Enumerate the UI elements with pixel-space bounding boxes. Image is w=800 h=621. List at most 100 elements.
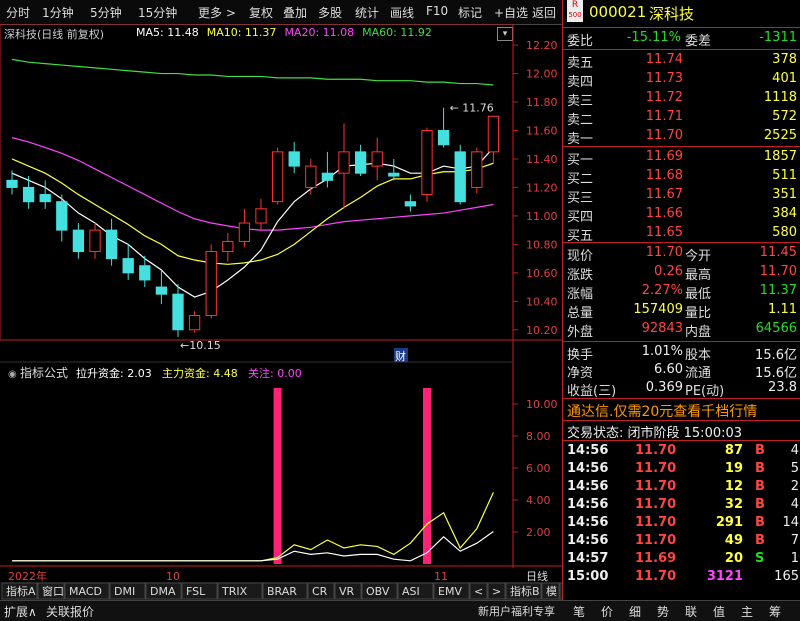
- tab-label: >: [492, 585, 501, 598]
- candle-body: [122, 258, 134, 274]
- r-badge: R 500: [567, 0, 583, 22]
- toolbar-button-0[interactable]: 复权: [249, 4, 273, 21]
- tick-count: 4: [790, 443, 799, 458]
- tick-count: 14: [782, 515, 799, 530]
- tick-time: 14:56: [567, 461, 609, 476]
- candle-body: [56, 201, 68, 231]
- stat-value: 11.37: [759, 283, 797, 298]
- toolbar-button-8[interactable]: 返回: [532, 4, 556, 21]
- panel-tab-6[interactable]: 主: [741, 603, 753, 620]
- period-tab-2[interactable]: 5分钟: [90, 4, 122, 21]
- ma10-line: [11, 158, 494, 265]
- tick-count: 5: [790, 461, 799, 476]
- indicator-title: 指标公式: [20, 365, 68, 380]
- ytick-label: 10.80: [526, 238, 558, 251]
- stat-label: 涨幅: [567, 287, 594, 302]
- tab-label: ASI: [402, 585, 420, 598]
- panel-tab-2[interactable]: 细: [629, 603, 641, 620]
- candle-body: [437, 130, 450, 146]
- ytick-label: 10.60: [526, 267, 558, 280]
- ask-price: 11.70: [645, 128, 683, 143]
- bid-vol: 580: [772, 225, 797, 240]
- tick-row: 14:56 11.70 87 B 4: [563, 442, 800, 461]
- candle-body: [404, 201, 417, 207]
- bid-price: 11.67: [645, 187, 683, 202]
- candle-body: [139, 265, 151, 281]
- tab-label: DMI: [114, 585, 135, 598]
- ind-ytick-label: 4.00: [526, 494, 551, 507]
- candle-body: [105, 229, 118, 260]
- quote-panel: R 500 000021 深科技 委比 -15.11% 委差 -1311 卖五 1…: [562, 0, 800, 620]
- bid-row: 买五 11.65 580: [563, 224, 800, 244]
- period-tab-0[interactable]: 分时: [6, 4, 30, 21]
- x-axis: 2022年 10 11 日线: [0, 568, 562, 583]
- panel-tab-0[interactable]: 笔: [573, 603, 585, 620]
- stock-code: 000021: [589, 3, 647, 21]
- ytick-label: 12.00: [526, 68, 558, 81]
- promo-link[interactable]: 通达信.仅需20元查看千档行情: [567, 401, 757, 421]
- bid-row: 买一 11.69 1857: [563, 148, 800, 168]
- toolbar-button-4[interactable]: 画线: [390, 4, 414, 21]
- tick-row: 14:56 11.70 32 B 4: [563, 496, 800, 515]
- ask-row: 卖一 11.70 2525: [563, 127, 800, 147]
- toolbar-button-7[interactable]: +自选: [494, 4, 528, 21]
- toolbar-button-6[interactable]: 标记: [458, 4, 482, 21]
- period-toolbar: 分时 1分钟 5分钟 15分钟 更多 > 复权 叠加 多股 统计 画线 F10 标记 +自选 返回: [0, 0, 562, 25]
- panel-tab-5[interactable]: 值: [713, 603, 725, 620]
- toolbar-button-5[interactable]: F10: [426, 4, 448, 18]
- related-quote-button[interactable]: 关联报价: [46, 603, 94, 620]
- period-tab-3[interactable]: 15分钟: [138, 4, 177, 21]
- candle-body: [172, 293, 184, 331]
- fund-row: 换手 1.01% 股本 15.6亿: [563, 343, 800, 363]
- period-label: 日线: [526, 569, 548, 583]
- panel-tab-1[interactable]: 价: [601, 603, 613, 620]
- tab-label: DMA: [150, 585, 176, 598]
- candle-body: [222, 241, 234, 252]
- stat-label: 内盘: [685, 325, 712, 340]
- ytick-label: 12.20: [526, 39, 558, 52]
- promo-button[interactable]: 新用户福利专享: [478, 603, 555, 619]
- panel-tab-7[interactable]: 筹: [769, 603, 781, 620]
- candle-body: [72, 229, 85, 252]
- candle-body: [271, 151, 284, 203]
- panel-tab-3[interactable]: 势: [657, 603, 669, 620]
- tick-side: B: [755, 443, 765, 458]
- ytick-label: 10.40: [526, 295, 558, 308]
- toolbar-button-1[interactable]: 叠加: [283, 4, 307, 21]
- candle-body: [354, 151, 367, 174]
- ytick-label: 10.20: [526, 324, 558, 337]
- toolbar-button-2[interactable]: 多股: [318, 4, 342, 21]
- tick-price: 11.70: [635, 569, 677, 584]
- tick-side: S: [755, 551, 765, 566]
- candle-body: [238, 222, 251, 243]
- period-tab-4[interactable]: 更多 >: [198, 4, 236, 21]
- stock-name: 深科技: [649, 5, 695, 23]
- candle-body: [388, 172, 400, 177]
- ask-row: 卖二 11.71 572: [563, 108, 800, 128]
- ask-row: 卖三 11.72 1118: [563, 89, 800, 109]
- kline-chart[interactable]: 12.20 12.00 11.80 11.60 11.40 11.20 11.00 10.80…: [0, 24, 562, 600]
- tick-time: 14:56: [567, 443, 609, 458]
- ask-row: 卖五 11.74 378: [563, 51, 800, 71]
- bid-price: 11.69: [645, 149, 683, 164]
- candle-body: [305, 165, 317, 188]
- tab-label: CR: [312, 585, 328, 598]
- ask-label: 卖三: [567, 94, 594, 109]
- ask-vol: 572: [772, 109, 797, 124]
- candle-body: [371, 151, 383, 167]
- stat-row: 涨跌 0.26 最高 11.70: [563, 263, 800, 283]
- candle-body: [188, 315, 201, 331]
- tick-time: 14:56: [567, 497, 609, 512]
- tick-side: B: [755, 533, 765, 548]
- period-tab-1[interactable]: 1分钟: [42, 4, 74, 21]
- fund-value: 0.369: [645, 380, 683, 395]
- expand-button[interactable]: 扩展∧: [4, 603, 37, 620]
- bid-price: 11.65: [645, 225, 683, 240]
- toolbar-button-3[interactable]: 统计: [355, 4, 379, 21]
- panel-tab-4[interactable]: 联: [685, 603, 697, 620]
- ask-vol: 1118: [763, 90, 797, 105]
- attention-bar: [423, 388, 431, 564]
- stat-value: 1.11: [768, 302, 797, 317]
- ytick-label: 11.40: [526, 153, 558, 166]
- ask-price: 11.72: [645, 90, 683, 105]
